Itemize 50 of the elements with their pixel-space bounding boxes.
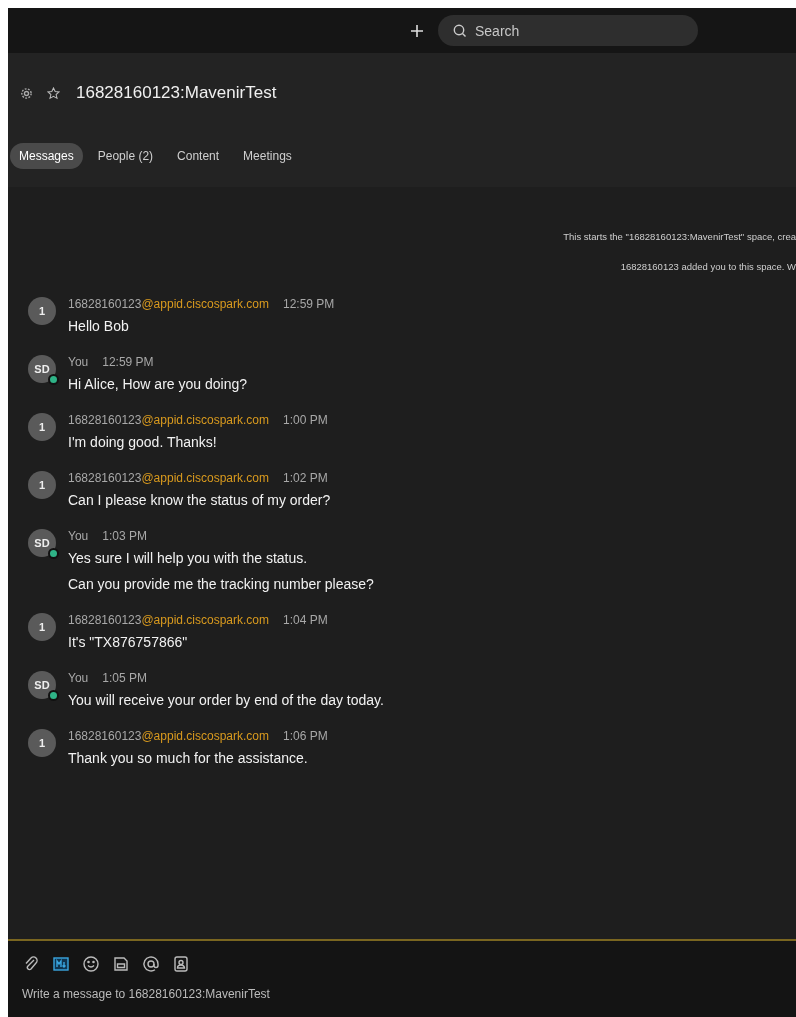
avatar: SD	[28, 355, 56, 383]
message-time: 12:59 PM	[102, 355, 154, 369]
sender-name: 16828160123@appid.ciscospark.com	[68, 729, 269, 743]
sender-name: 16828160123@appid.ciscospark.com	[68, 613, 269, 627]
message-text: Can I please know the status of my order?	[68, 491, 331, 510]
message-text: Thank you so much for the assistance.	[68, 749, 309, 768]
avatar: 1	[28, 729, 56, 757]
avatar: SD	[28, 529, 56, 557]
sender-name: You	[68, 355, 89, 369]
emoji-icon[interactable]	[82, 955, 100, 973]
settings-icon[interactable]	[20, 86, 33, 100]
message-text: I'm doing good. Thanks!	[68, 433, 218, 452]
tab[interactable]: Messages	[10, 143, 83, 169]
space-title: 16828160123:MavenirTest	[76, 83, 277, 103]
sender-name: You	[68, 529, 89, 543]
avatar: 1	[28, 613, 56, 641]
message-time: 1:00 PM	[283, 413, 328, 427]
at-sign-icon[interactable]	[142, 955, 160, 973]
tab[interactable]: Meetings	[234, 143, 301, 169]
markdown-icon[interactable]	[52, 955, 70, 973]
message-text: Can you provide me the tracking number please?	[68, 575, 374, 594]
avatar: 1	[28, 413, 56, 441]
avatar: SD	[28, 671, 56, 699]
message-text: It's "TX876757866"	[68, 633, 189, 652]
plus-icon[interactable]	[410, 23, 424, 38]
message-input[interactable]: Write a message to 16828160123:MavenirTest	[22, 987, 522, 1001]
message-text: You will receive your order by end of the day today.	[68, 691, 384, 710]
system-message: 16828160123 added you to this space. W	[620, 261, 796, 272]
message-text: Hello Bob	[68, 317, 130, 336]
system-message: This starts the "16828160123:MavenirTest" space, crea	[563, 231, 796, 242]
message-time: 1:06 PM	[283, 729, 328, 743]
sender-name: 16828160123@appid.ciscospark.com	[68, 413, 269, 427]
message-time: 12:59 PM	[283, 297, 335, 311]
avatar: 1	[28, 471, 56, 499]
avatar: 1	[28, 297, 56, 325]
contact-icon[interactable]	[172, 955, 190, 973]
tab[interactable]: People (2)	[88, 143, 163, 169]
message-time: 1:02 PM	[283, 471, 328, 485]
message-text: Hi Alice, How are you doing?	[68, 375, 247, 394]
message-time: 1:03 PM	[102, 529, 147, 543]
search-icon	[453, 24, 467, 38]
message-text: Yes sure I will help you with the status.	[68, 549, 309, 568]
sender-name: You	[68, 671, 89, 685]
sender-name: 16828160123@appid.ciscospark.com	[68, 297, 269, 311]
sender-name: 16828160123@appid.ciscospark.com	[68, 471, 269, 485]
message-time: 1:04 PM	[283, 613, 328, 627]
search-field[interactable]: Search	[438, 15, 698, 46]
message-time: 1:05 PM	[102, 671, 147, 685]
tab[interactable]: Content	[168, 143, 229, 169]
star-icon[interactable]	[47, 86, 60, 100]
